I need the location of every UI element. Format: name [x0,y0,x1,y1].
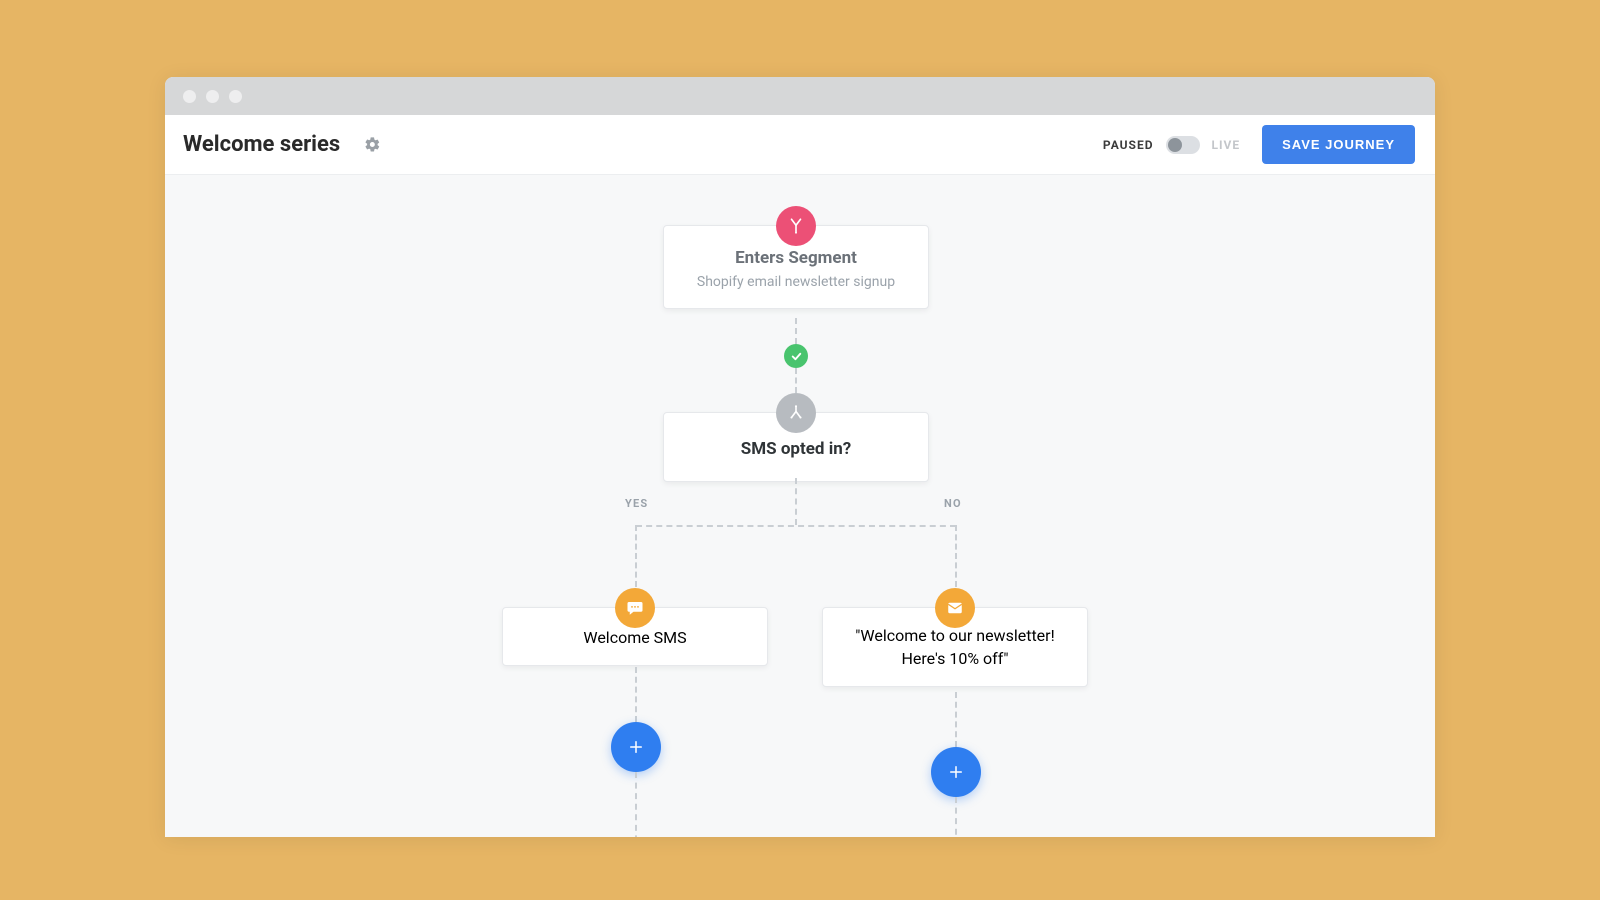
email-title: "Welcome to our newsletter! Here's 10% o… [843,624,1067,670]
gear-icon[interactable] [364,136,381,153]
sms-node[interactable]: Welcome SMS [502,607,768,666]
connector [635,525,637,587]
sms-title: Welcome SMS [523,628,747,647]
connector [635,772,637,837]
check-icon [784,344,808,368]
add-step-button[interactable] [931,747,981,797]
email-node[interactable]: "Welcome to our newsletter! Here's 10% o… [822,607,1088,687]
status-toggle-group: PAUSED LIVE [1103,136,1240,154]
status-live-label: LIVE [1212,138,1241,152]
connector [955,525,957,587]
toggle-knob [1168,138,1182,152]
segment-icon [776,206,816,246]
connector [795,478,797,525]
connector [636,525,956,527]
connector [955,797,957,837]
app-window: Welcome series PAUSED LIVE SAVE JOURNEY … [165,77,1435,837]
connector [955,692,957,747]
split-icon [776,393,816,433]
no-label: NO [944,497,962,510]
window-dot [206,90,219,103]
save-journey-button[interactable]: SAVE JOURNEY [1262,125,1415,164]
connector [795,368,797,393]
add-step-button[interactable] [611,722,661,772]
window-titlebar [165,77,1435,115]
journey-title: Welcome series [183,132,340,157]
connector [795,318,797,344]
decision-node[interactable]: SMS opted in? [663,412,929,482]
status-paused-label: PAUSED [1103,138,1154,152]
live-toggle[interactable] [1166,136,1200,154]
window-dot [183,90,196,103]
entry-node[interactable]: Enters Segment Shopify email newsletter … [663,225,929,309]
decision-title: SMS opted in? [680,439,912,459]
sms-icon [615,588,655,628]
email-icon [935,588,975,628]
yes-label: YES [625,497,648,510]
connector [635,667,637,722]
entry-subtitle: Shopify email newsletter signup [680,274,912,290]
entry-title: Enters Segment [680,248,912,268]
page-header: Welcome series PAUSED LIVE SAVE JOURNEY [165,115,1435,175]
window-dot [229,90,242,103]
journey-canvas[interactable]: Enters Segment Shopify email newsletter … [165,175,1435,837]
